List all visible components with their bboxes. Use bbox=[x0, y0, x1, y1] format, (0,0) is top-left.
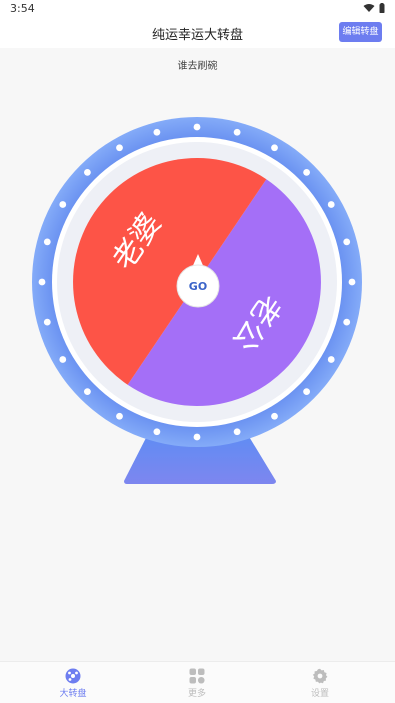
rim-dot bbox=[327, 201, 335, 208]
status-bar: 3:54 bbox=[0, 0, 395, 18]
rim-dot bbox=[38, 278, 46, 286]
wheel-svg: 老公老婆 GO bbox=[32, 117, 362, 484]
rim-dot bbox=[153, 428, 161, 436]
rim-dot bbox=[116, 144, 123, 152]
battery-icon bbox=[379, 3, 385, 13]
rim-dot bbox=[116, 412, 123, 420]
rim-dot bbox=[271, 412, 278, 420]
rim-dot bbox=[193, 123, 201, 131]
rim-dot bbox=[343, 238, 351, 246]
page-title: 纯运幸运大转盘 bbox=[151, 28, 243, 43]
wheel-title: 谁去刷碗 bbox=[177, 61, 218, 72]
wifi-icon bbox=[363, 4, 375, 12]
bottom-nav: 大转盘 更多 设置 bbox=[0, 661, 395, 703]
rim-dot bbox=[43, 238, 51, 246]
nav-item-wheel[interactable]: 大转盘 bbox=[38, 668, 108, 699]
rim-dot bbox=[303, 388, 311, 396]
rim-dot bbox=[233, 128, 241, 136]
rim-dot bbox=[43, 318, 51, 326]
rim-dot bbox=[233, 428, 241, 436]
rim-dot bbox=[153, 128, 161, 136]
rim-dot bbox=[348, 278, 356, 286]
nav-label-more: 更多 bbox=[187, 689, 206, 699]
go-label: GO bbox=[189, 280, 207, 293]
grid-icon bbox=[189, 668, 205, 684]
edit-wheel-button[interactable]: 编辑转盘 bbox=[339, 22, 382, 42]
rim-dot bbox=[193, 433, 201, 441]
status-icons bbox=[363, 3, 385, 13]
rim-dot bbox=[83, 168, 91, 176]
rim-dot bbox=[83, 388, 91, 396]
nav-item-more[interactable]: 更多 bbox=[162, 668, 232, 699]
rim-dot bbox=[303, 168, 311, 176]
wheel-icon bbox=[65, 668, 81, 684]
rim-dot bbox=[327, 356, 335, 363]
status-time: 3:54 bbox=[10, 2, 35, 15]
app-bar: 纯运幸运大转盘 编辑转盘 bbox=[0, 18, 395, 48]
nav-label-wheel: 大转盘 bbox=[59, 689, 87, 699]
wheel-area: 老公 老婆 GO bbox=[0, 100, 395, 500]
rim-dot bbox=[59, 201, 67, 208]
nav-item-settings[interactable]: 设置 bbox=[285, 668, 355, 699]
rim-dot bbox=[343, 318, 351, 326]
rim-dot bbox=[271, 144, 278, 152]
nav-label-settings: 设置 bbox=[310, 689, 329, 699]
gear-icon bbox=[312, 668, 328, 684]
rim-dot bbox=[59, 356, 67, 363]
